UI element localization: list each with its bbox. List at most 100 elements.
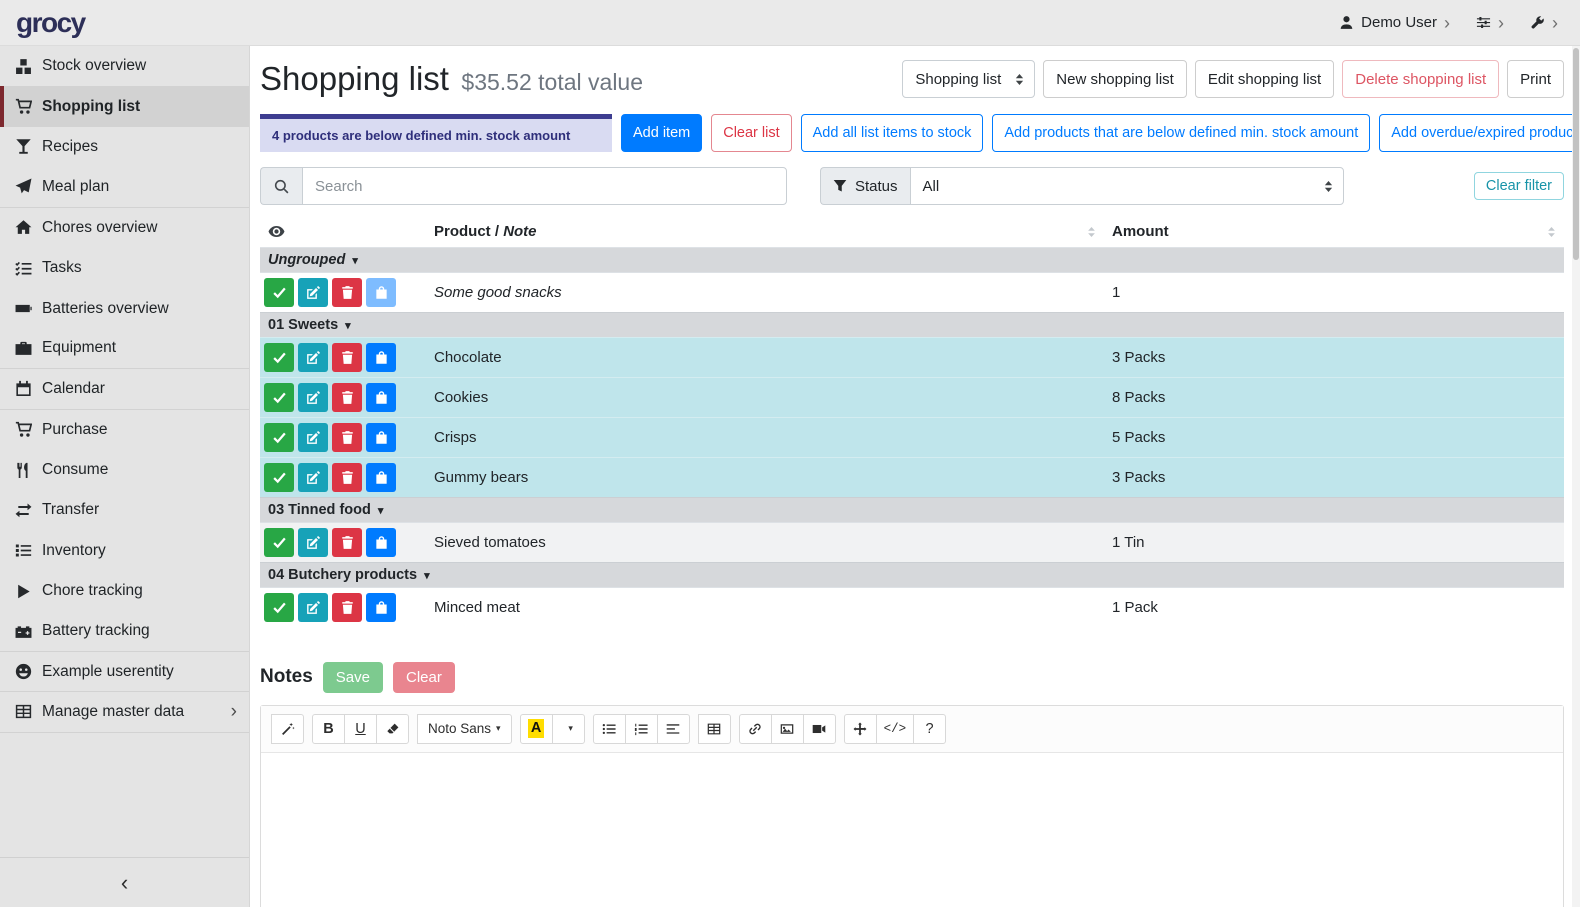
sidebar-item-shopping-list[interactable]: Shopping list bbox=[0, 86, 249, 126]
purchase-product-button[interactable] bbox=[366, 278, 396, 307]
eraser-button[interactable] bbox=[376, 714, 409, 744]
mark-done-button[interactable] bbox=[264, 528, 294, 557]
sidebar-item-manage-master-data[interactable]: Manage master data› bbox=[0, 692, 249, 732]
add-all-list-items-button[interactable]: Add all list items to stock bbox=[801, 114, 984, 152]
notes-editor: BU Noto Sans▾ A▾ </>? bbox=[260, 705, 1564, 907]
edit-item-button[interactable] bbox=[298, 528, 328, 557]
admin-settings-menu[interactable]: › bbox=[1530, 14, 1558, 32]
edit-item-button[interactable] bbox=[298, 463, 328, 492]
paragraph-button[interactable] bbox=[657, 714, 690, 744]
table-button[interactable] bbox=[698, 714, 731, 744]
sort-icon[interactable] bbox=[1087, 226, 1096, 238]
sort-icon[interactable] bbox=[1547, 226, 1556, 238]
help-button[interactable]: ? bbox=[913, 714, 946, 744]
product-group-header[interactable]: 04 Butchery products▾ bbox=[260, 563, 1564, 588]
video-button[interactable] bbox=[803, 714, 836, 744]
sidebar-item-batteries-overview[interactable]: Batteries overview bbox=[0, 288, 249, 328]
purchase-product-button[interactable] bbox=[366, 593, 396, 622]
product-group-header[interactable]: 01 Sweets▾ bbox=[260, 313, 1564, 338]
clear-filter-button[interactable]: Clear filter bbox=[1474, 172, 1564, 200]
sidebar-item-meal-plan[interactable]: Meal plan bbox=[0, 167, 249, 207]
notes-editor-content[interactable] bbox=[261, 753, 1563, 907]
delete-shopping-list-button[interactable]: Delete shopping list bbox=[1342, 60, 1499, 98]
sidebar-item-inventory[interactable]: Inventory bbox=[0, 531, 249, 571]
fullscreen-button[interactable] bbox=[844, 714, 877, 744]
mark-done-button[interactable] bbox=[264, 593, 294, 622]
user-menu[interactable]: Demo User › bbox=[1339, 14, 1450, 32]
check-icon bbox=[272, 430, 287, 445]
ordered-list-icon bbox=[634, 722, 648, 736]
font-family-select[interactable]: Noto Sans▾ bbox=[417, 714, 512, 744]
table-icon bbox=[707, 722, 721, 736]
bold-button[interactable]: B bbox=[312, 714, 345, 744]
delete-item-button[interactable] bbox=[332, 528, 362, 557]
search-input[interactable] bbox=[302, 167, 787, 205]
delete-item-button[interactable] bbox=[332, 423, 362, 452]
mark-done-button[interactable] bbox=[264, 423, 294, 452]
codeview-button[interactable]: </> bbox=[876, 714, 915, 744]
edit-item-button[interactable] bbox=[298, 343, 328, 372]
ordered-list-button[interactable] bbox=[625, 714, 658, 744]
product-group-header[interactable]: Ungrouped▾ bbox=[260, 248, 1564, 273]
add-overdue-expired-button[interactable]: Add overdue/expired products bbox=[1379, 114, 1580, 152]
bag-icon bbox=[374, 285, 389, 300]
purchase-product-button[interactable] bbox=[366, 343, 396, 372]
status-filter-select[interactable]: All bbox=[910, 167, 1344, 205]
picture-button[interactable] bbox=[771, 714, 804, 744]
sidebar-item-tasks[interactable]: Tasks bbox=[0, 248, 249, 288]
app-logo: grocy bbox=[16, 7, 85, 39]
color-picker-caret-button[interactable]: ▾ bbox=[552, 714, 585, 744]
shopping-list-select[interactable]: Shopping list bbox=[902, 60, 1035, 98]
product-group-row: Ungrouped▾ bbox=[260, 248, 1564, 273]
edit-item-button[interactable] bbox=[298, 383, 328, 412]
delete-item-button[interactable] bbox=[332, 463, 362, 492]
edit-item-button[interactable] bbox=[298, 423, 328, 452]
delete-item-button[interactable] bbox=[332, 343, 362, 372]
sidebar-item-equipment[interactable]: Equipment bbox=[0, 329, 249, 369]
link-button[interactable] bbox=[739, 714, 772, 744]
sidebar-item-stock-overview[interactable]: Stock overview bbox=[0, 46, 249, 86]
add-below-min-stock-button[interactable]: Add products that are below defined min.… bbox=[992, 114, 1370, 152]
product-group-header[interactable]: 03 Tinned food▾ bbox=[260, 498, 1564, 523]
scrollbar-thumb[interactable] bbox=[1573, 48, 1579, 260]
amount-cell: 1 Tin bbox=[1104, 523, 1564, 563]
collapse-sidebar-button[interactable]: ‹ bbox=[0, 857, 249, 907]
sidebar-item-chore-tracking[interactable]: Chore tracking bbox=[0, 571, 249, 611]
sidebar-item-example-userentity[interactable]: Example userentity bbox=[0, 652, 249, 692]
sidebar-item-label: Stock overview bbox=[42, 57, 237, 75]
edit-shopping-list-button[interactable]: Edit shopping list bbox=[1195, 60, 1334, 98]
magic-button[interactable] bbox=[271, 714, 304, 744]
new-shopping-list-button[interactable]: New shopping list bbox=[1043, 60, 1187, 98]
sidebar-item-calendar[interactable]: Calendar bbox=[0, 369, 249, 409]
print-button[interactable]: Print bbox=[1507, 60, 1564, 98]
ui-settings-menu[interactable]: › bbox=[1476, 14, 1504, 32]
unordered-list-button[interactable] bbox=[593, 714, 626, 744]
underline-button[interactable]: U bbox=[344, 714, 377, 744]
mark-done-button[interactable] bbox=[264, 343, 294, 372]
save-notes-button[interactable]: Save bbox=[323, 662, 383, 693]
sidebar-item-purchase[interactable]: Purchase bbox=[0, 410, 249, 450]
sidebar-item-consume[interactable]: Consume bbox=[0, 450, 249, 490]
trash-icon bbox=[340, 390, 355, 405]
clear-list-button[interactable]: Clear list bbox=[711, 114, 791, 152]
caret-down-icon: ▾ bbox=[424, 570, 430, 582]
clear-notes-button[interactable]: Clear bbox=[393, 662, 455, 693]
edit-item-button[interactable] bbox=[298, 278, 328, 307]
purchase-product-button[interactable] bbox=[366, 423, 396, 452]
purchase-product-button[interactable] bbox=[366, 528, 396, 557]
delete-item-button[interactable] bbox=[332, 278, 362, 307]
mark-done-button[interactable] bbox=[264, 383, 294, 412]
highlight-color-button[interactable]: A bbox=[520, 714, 553, 744]
add-item-button[interactable]: Add item bbox=[621, 114, 702, 152]
purchase-product-button[interactable] bbox=[366, 463, 396, 492]
mark-done-button[interactable] bbox=[264, 463, 294, 492]
sidebar-item-battery-tracking[interactable]: Battery tracking bbox=[0, 611, 249, 651]
mark-done-button[interactable] bbox=[264, 278, 294, 307]
delete-item-button[interactable] bbox=[332, 593, 362, 622]
sidebar-item-recipes[interactable]: Recipes bbox=[0, 127, 249, 167]
edit-item-button[interactable] bbox=[298, 593, 328, 622]
sidebar-item-chores-overview[interactable]: Chores overview bbox=[0, 208, 249, 248]
sidebar-item-transfer[interactable]: Transfer bbox=[0, 490, 249, 530]
purchase-product-button[interactable] bbox=[366, 383, 396, 412]
delete-item-button[interactable] bbox=[332, 383, 362, 412]
